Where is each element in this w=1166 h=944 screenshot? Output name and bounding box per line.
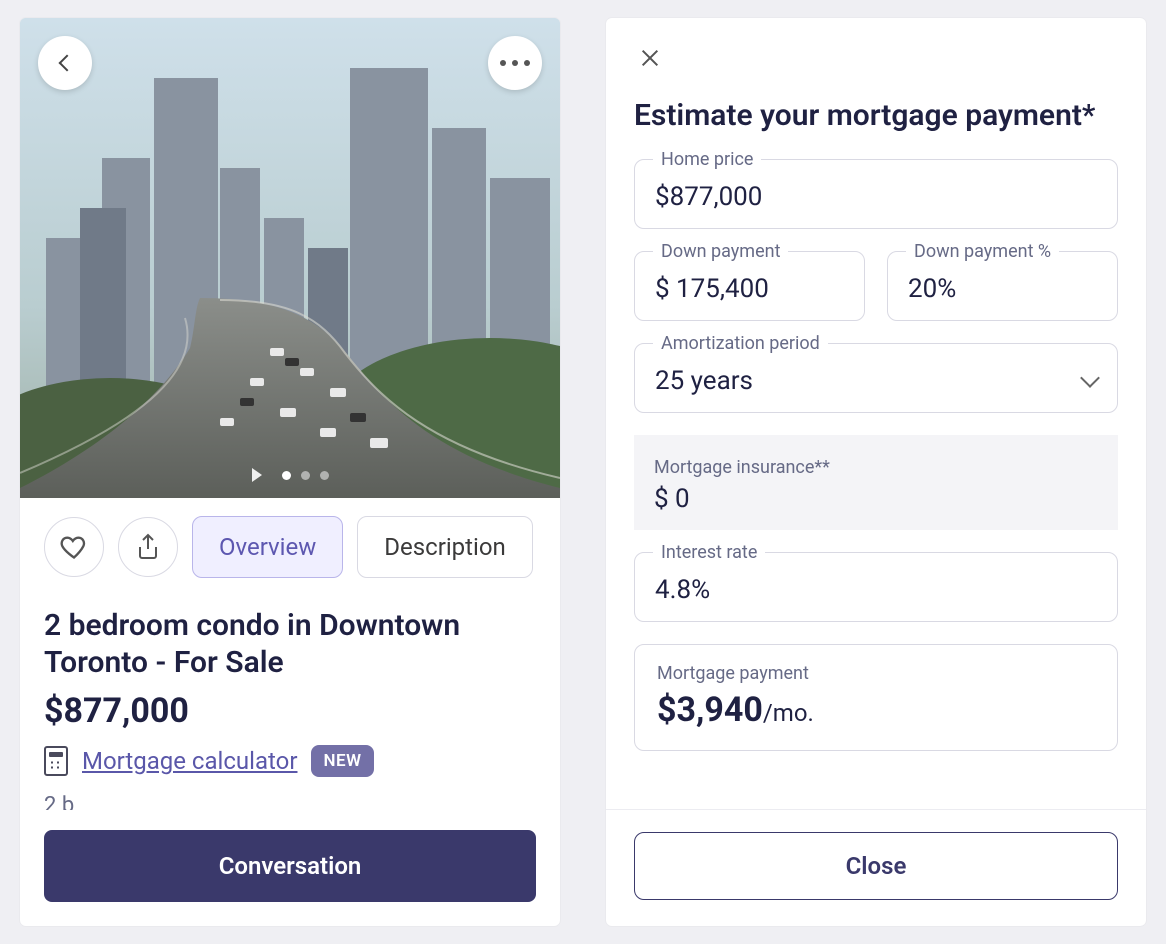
chevron-down-icon	[1080, 368, 1100, 388]
favorite-button[interactable]	[44, 517, 104, 577]
down-payment-field[interactable]: Down payment $ 175,400	[634, 251, 865, 321]
home-price-field[interactable]: Home price $877,000	[634, 159, 1118, 229]
more-icon	[500, 60, 530, 66]
down-payment-pct-field[interactable]: Down payment % 20%	[887, 251, 1118, 321]
conversation-button[interactable]: Conversation	[44, 830, 536, 902]
field-label: Home price	[653, 149, 761, 170]
field-value: 25 years	[655, 366, 753, 396]
modal-title: Estimate your mortgage payment*	[634, 98, 1118, 133]
play-icon[interactable]	[252, 468, 262, 482]
pager-dot[interactable]	[320, 471, 329, 480]
field-label: Mortgage insurance**	[654, 457, 1098, 478]
field-value: $ 0	[654, 484, 690, 514]
mortgage-result: Mortgage payment $3,940/mo.	[634, 644, 1118, 751]
mortgage-calculator-link[interactable]: Mortgage calculator	[82, 747, 297, 775]
image-pager	[20, 468, 560, 482]
field-value: $ 175,400	[655, 274, 769, 304]
result-suffix: /mo.	[763, 699, 814, 727]
new-badge: NEW	[311, 745, 373, 777]
action-row: Overview Description F	[20, 498, 560, 578]
listing-tabs: Overview Description F	[192, 516, 536, 578]
field-label: Down payment	[653, 241, 788, 262]
pager-dot[interactable]	[301, 471, 310, 480]
listing-body: 2 bedroom condo in Downtown Toronto - Fo…	[20, 578, 560, 810]
back-button[interactable]	[38, 36, 92, 90]
mortgage-insurance-field: Mortgage insurance** $ 0	[634, 435, 1118, 530]
interest-rate-field[interactable]: Interest rate 4.8%	[634, 552, 1118, 622]
field-value: $877,000	[655, 182, 762, 212]
field-value: 20%	[908, 274, 956, 304]
amortization-select[interactable]: Amortization period 25 years	[634, 343, 1118, 413]
share-button[interactable]	[118, 517, 178, 577]
listing-hero-image	[20, 18, 560, 498]
pager-dot[interactable]	[282, 471, 291, 480]
field-label: Down payment %	[906, 241, 1059, 262]
close-icon	[639, 47, 661, 69]
heart-icon	[60, 533, 88, 561]
result-value: $3,940	[657, 690, 763, 730]
share-icon	[136, 533, 160, 561]
close-button[interactable]: Close	[634, 832, 1118, 900]
tab-description[interactable]: Description	[357, 516, 533, 578]
modal-close-x[interactable]	[634, 42, 666, 74]
listing-panel: Overview Description F 2 bedroom condo i…	[20, 18, 560, 926]
listing-meta-truncated: 2 b	[44, 793, 536, 810]
mortgage-modal: Estimate your mortgage payment* Home pri…	[606, 18, 1146, 926]
modal-footer: Close	[606, 809, 1146, 926]
chevron-left-icon	[59, 55, 76, 72]
listing-title: 2 bedroom condo in Downtown Toronto - Fo…	[44, 608, 536, 681]
field-value: 4.8%	[655, 575, 710, 605]
result-label: Mortgage payment	[657, 663, 1095, 684]
calculator-icon	[44, 746, 68, 776]
more-options-button[interactable]	[488, 36, 542, 90]
field-label: Amortization period	[653, 333, 828, 354]
listing-price: $877,000	[44, 691, 536, 731]
field-label: Interest rate	[653, 542, 765, 563]
tab-overview[interactable]: Overview	[192, 516, 343, 578]
